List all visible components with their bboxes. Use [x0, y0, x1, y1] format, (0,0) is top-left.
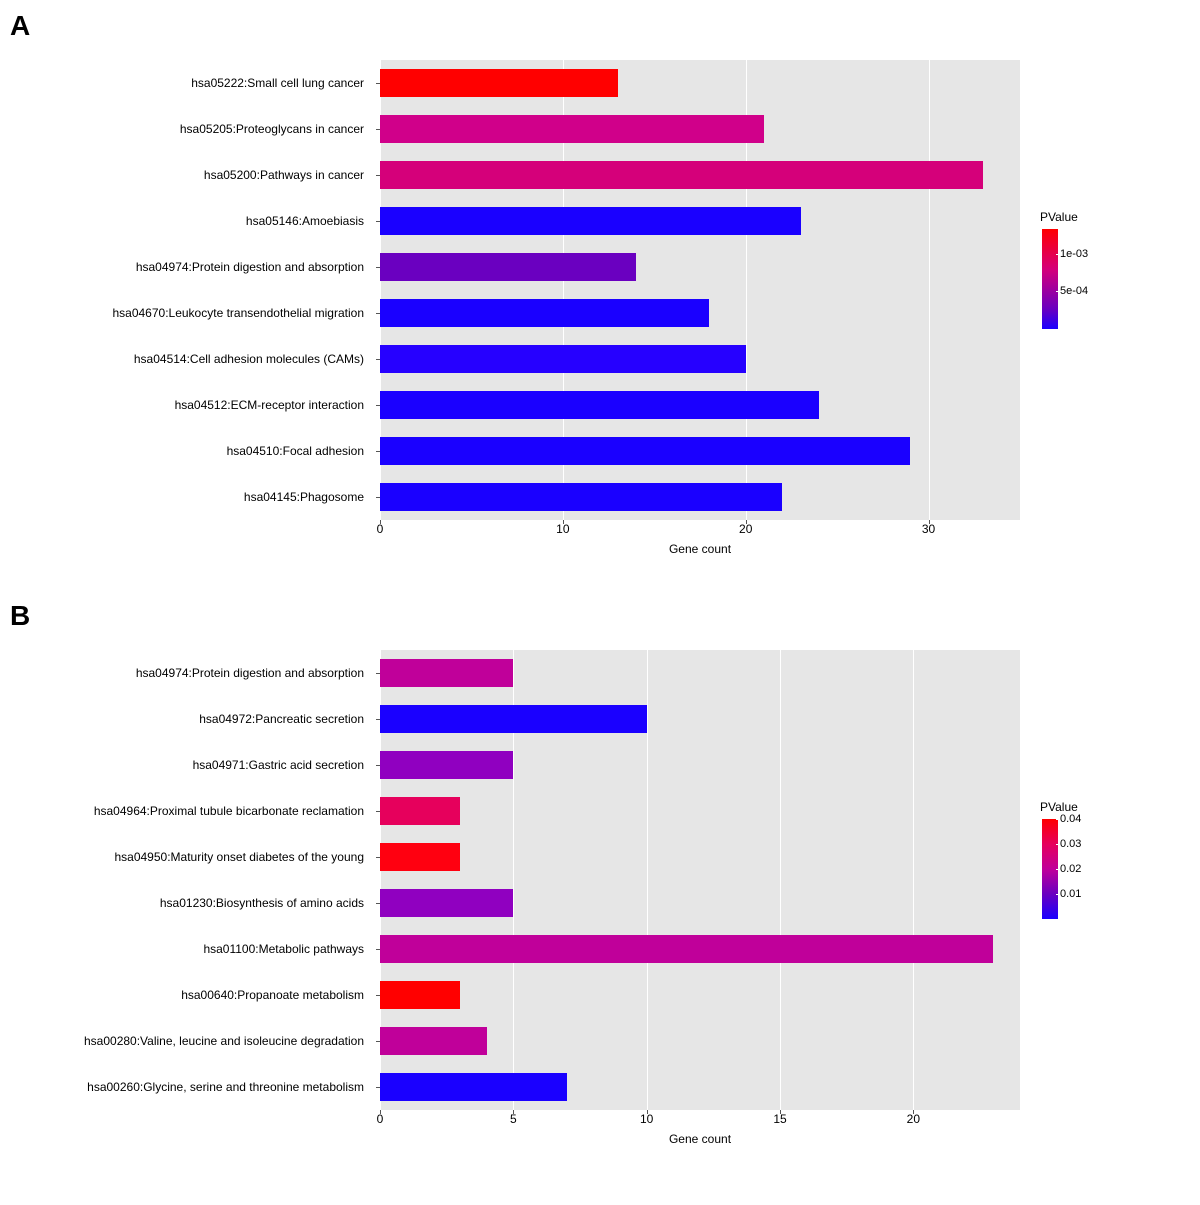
x-tick-label: 0	[377, 1112, 384, 1126]
x-tick-label: 10	[640, 1112, 653, 1126]
panel-b-legend: PValue 0.040.030.020.01	[1040, 800, 1190, 919]
legend-tickline	[1056, 869, 1060, 870]
bar-row	[380, 889, 1020, 918]
bar	[380, 659, 513, 688]
bar-row	[380, 161, 1020, 190]
panel-a-legend: PValue 1e-035e-04	[1040, 210, 1190, 329]
bar-row	[380, 391, 1020, 420]
legend-tickline	[1056, 894, 1060, 895]
legend-tick: 0.03	[1060, 838, 1081, 850]
y-tick-label: hsa00640:Propanoate metabolism	[4, 988, 364, 1002]
bar-row	[380, 437, 1020, 466]
x-tick-label: 30	[922, 522, 935, 536]
bar	[380, 437, 910, 466]
legend-title: PValue	[1040, 800, 1190, 814]
y-tick-label: hsa04972:Pancreatic secretion	[4, 712, 364, 726]
y-tick-label: hsa04964:Proximal tubule bicarbonate rec…	[4, 804, 364, 818]
legend-title: PValue	[1040, 210, 1190, 224]
bar	[380, 843, 460, 872]
bar	[380, 889, 513, 918]
x-tick-label: 10	[556, 522, 569, 536]
bar-row	[380, 115, 1020, 144]
legend-tick: 0.04	[1060, 813, 1081, 825]
bar-row	[380, 299, 1020, 328]
y-tick-label: hsa01230:Biosynthesis of amino acids	[4, 896, 364, 910]
y-tick-label: hsa00280:Valine, leucine and isoleucine …	[4, 1034, 364, 1048]
legend-tickline	[1056, 254, 1060, 255]
y-tick-label: hsa04512:ECM-receptor interaction	[4, 398, 364, 412]
legend-tick: 1e-03	[1060, 248, 1088, 260]
y-tick-label: hsa04145:Phagosome	[4, 490, 364, 504]
legend-tick: 0.01	[1060, 888, 1081, 900]
x-tick-label: 0	[377, 522, 384, 536]
bar	[380, 1027, 487, 1056]
bar	[380, 483, 782, 512]
bar-row	[380, 1027, 1020, 1056]
y-tick-label: hsa05205:Proteoglycans in cancer	[4, 122, 364, 136]
bar	[380, 115, 764, 144]
bar	[380, 935, 993, 964]
legend-tickline	[1056, 819, 1060, 820]
legend-tickline	[1056, 844, 1060, 845]
bar	[380, 253, 636, 282]
legend-tick: 5e-04	[1060, 285, 1088, 297]
bar-row	[380, 345, 1020, 374]
legend-tickline	[1056, 291, 1060, 292]
legend-colorbar: 0.040.030.020.01	[1042, 819, 1058, 919]
panel-a-plot: Gene count 0102030	[380, 60, 1020, 520]
figure: A hsa05222:Small cell lung cancer hsa0520…	[0, 0, 1200, 1205]
bar-row	[380, 843, 1020, 872]
bar	[380, 299, 709, 328]
y-tick-label: hsa00260:Glycine, serine and threonine m…	[4, 1080, 364, 1094]
bar-row	[380, 935, 1020, 964]
panel-b: B hsa04974:Protein digestion and absorpt…	[0, 600, 1200, 1180]
x-tick-label: 15	[773, 1112, 786, 1126]
panel-a: A hsa05222:Small cell lung cancer hsa0520…	[0, 10, 1200, 570]
y-tick-label: hsa04950:Maturity onset diabetes of the …	[4, 850, 364, 864]
bar	[380, 161, 983, 190]
bar-row	[380, 1073, 1020, 1102]
y-tick-label: hsa05200:Pathways in cancer	[4, 168, 364, 182]
bar-row	[380, 253, 1020, 282]
bar	[380, 981, 460, 1010]
bar-row	[380, 981, 1020, 1010]
bar	[380, 1073, 567, 1102]
panel-b-xlabel: Gene count	[669, 1132, 731, 1146]
y-tick-label: hsa05146:Amoebiasis	[4, 214, 364, 228]
y-tick-label: hsa01100:Metabolic pathways	[4, 942, 364, 956]
bar	[380, 345, 746, 374]
bar-row	[380, 797, 1020, 826]
bar	[380, 69, 618, 98]
panel-b-label: B	[10, 600, 30, 632]
panel-b-plot: Gene count 05101520	[380, 650, 1020, 1110]
y-tick-label: hsa04974:Protein digestion and absorptio…	[4, 260, 364, 274]
bar-row	[380, 69, 1020, 98]
bar-row	[380, 705, 1020, 734]
y-tick-label: hsa04514:Cell adhesion molecules (CAMs)	[4, 352, 364, 366]
y-tick-label: hsa05222:Small cell lung cancer	[4, 76, 364, 90]
y-tick-label: hsa04510:Focal adhesion	[4, 444, 364, 458]
legend-tick: 0.02	[1060, 863, 1081, 875]
bar-row	[380, 207, 1020, 236]
panel-a-label: A	[10, 10, 30, 42]
bar	[380, 751, 513, 780]
y-tick-label: hsa04974:Protein digestion and absorptio…	[4, 666, 364, 680]
panel-a-xlabel: Gene count	[669, 542, 731, 556]
bar	[380, 207, 801, 236]
legend-colorbar: 1e-035e-04	[1042, 229, 1058, 329]
bar-row	[380, 483, 1020, 512]
bar-row	[380, 659, 1020, 688]
panel-b-ylabels: hsa04974:Protein digestion and absorptio…	[0, 650, 372, 1110]
bar	[380, 797, 460, 826]
y-tick-label: hsa04670:Leukocyte transendothelial migr…	[4, 306, 364, 320]
x-tick-label: 5	[510, 1112, 517, 1126]
x-tick-label: 20	[739, 522, 752, 536]
bar	[380, 705, 647, 734]
panel-a-ylabels: hsa05222:Small cell lung cancer hsa05205:…	[0, 60, 372, 520]
bar-row	[380, 751, 1020, 780]
bar	[380, 391, 819, 420]
y-tick-label: hsa04971:Gastric acid secretion	[4, 758, 364, 772]
x-tick-label: 20	[907, 1112, 920, 1126]
